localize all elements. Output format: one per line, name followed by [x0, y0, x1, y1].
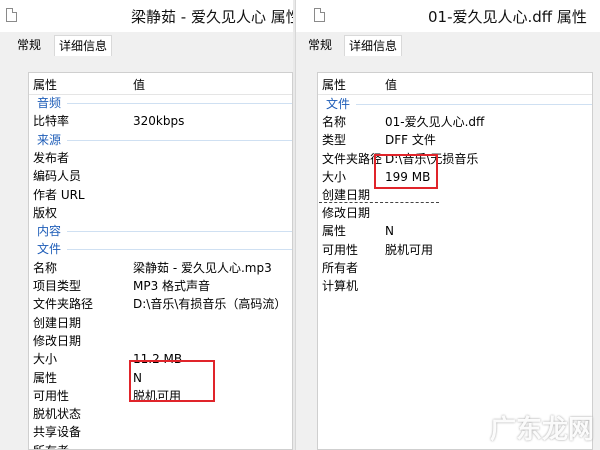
left-details-list[interactable]: 属性 值 音频比特率 320kbps 来源发布者编码人员作者 URL 版权内容文件名称… [28, 72, 293, 450]
property-value: 320kbps [133, 114, 185, 129]
property-name: 文件夹路径 [322, 151, 383, 166]
property-name: 版权 [33, 205, 58, 220]
property-name: 比特率 [33, 114, 70, 129]
property-value: N [385, 224, 394, 239]
section-header: 文件 [29, 240, 292, 258]
column-header-property[interactable]: 属性 [322, 76, 346, 93]
property-name: 发布者 [33, 150, 70, 165]
property-name: 创建日期 [33, 315, 82, 330]
tab-details[interactable]: 详细信息 [344, 35, 403, 58]
section-header: 来源 [29, 131, 292, 149]
section-header: 文件 [318, 95, 592, 113]
property-row[interactable]: 文件夹路径 D:\音乐\有损音乐（高码流） [29, 295, 292, 313]
section-divider [67, 231, 292, 233]
property-row[interactable]: 所有者 [29, 442, 292, 449]
property-name: 脱机状态 [33, 407, 82, 422]
property-name: 可用性 [33, 388, 70, 403]
section-header: 音频 [29, 94, 292, 112]
property-name: 作者 URL [33, 187, 85, 202]
column-header-value[interactable]: 值 [385, 76, 397, 93]
tab-details[interactable]: 详细信息 [54, 35, 113, 58]
section-divider [67, 249, 292, 251]
property-name: 名称 [33, 260, 58, 275]
property-row[interactable]: 文件夹路径 D:\音乐\无损音乐 [318, 150, 592, 168]
watermark: 广东龙网 [489, 415, 594, 445]
property-name: 共享设备 [33, 425, 82, 440]
property-row[interactable]: 编码人员 [29, 167, 292, 185]
property-row[interactable]: 脱机状态 [29, 405, 292, 423]
property-name: 修改日期 [322, 206, 371, 221]
section-divider [67, 103, 292, 104]
property-row[interactable]: 计算机 [318, 277, 592, 295]
property-row[interactable]: 共享设备 [29, 423, 292, 441]
file-icon [314, 8, 325, 22]
property-row[interactable]: 发布者 [29, 149, 292, 167]
property-name: 大小 [322, 169, 347, 184]
property-name: 类型 [322, 133, 347, 148]
property-row[interactable]: 比特率 320kbps [29, 112, 292, 130]
property-name: 名称 [322, 115, 347, 130]
property-name: 大小 [33, 352, 58, 367]
highlight-box-size [374, 154, 438, 189]
property-row[interactable]: 作者 URL [29, 186, 292, 204]
left-properties-window: 梁静茹 - 爱久见人心 属性 常规 详细信息 属性 值 音频比特率 320kbps… [0, 0, 293, 450]
property-row[interactable]: 项目类型 MP3 格式声音 [29, 277, 292, 295]
property-row[interactable]: 名称 01-爱久见人心.dff [318, 113, 592, 131]
left-list-header: 属性 值 [29, 73, 292, 95]
property-value: 01-爱久见人心.dff [385, 115, 485, 130]
property-row[interactable]: 修改日期 [29, 332, 292, 350]
property-row[interactable]: 修改日期 [318, 204, 592, 222]
property-name: 属性 [322, 224, 347, 239]
property-row[interactable]: 大小 199 MB [318, 168, 592, 186]
property-name: 编码人员 [33, 169, 82, 184]
property-name: 项目类型 [33, 279, 82, 293]
right-properties-window: 01-爱久见人心.dff 属性 常规 详细信息 属性 值 文件名称 01-爱久见人… [295, 0, 600, 450]
property-name: 属性 [33, 370, 58, 385]
property-name: 计算机 [322, 279, 359, 293]
section-divider [67, 139, 292, 141]
property-name: 所有者 [322, 260, 359, 275]
tab-general[interactable]: 常规 [304, 36, 336, 55]
right-details-list[interactable]: 属性 值 文件名称 01-爱久见人心.dff 类型 DFF 文件文件夹路径 D:\音乐\… [317, 72, 593, 450]
section-label: 音频 [37, 96, 62, 110]
property-row[interactable]: 类型 DFF 文件 [318, 131, 592, 149]
left-tab-panel: 属性 值 音频比特率 320kbps 来源发布者编码人员作者 URL 版权内容文件名称… [0, 56, 293, 450]
section-label: 文件 [37, 242, 62, 257]
right-tab-strip: 常规 详细信息 [296, 32, 600, 58]
section-label: 文件 [326, 97, 351, 111]
tab-general[interactable]: 常规 [13, 36, 45, 55]
dashed-separator [319, 202, 439, 203]
property-row[interactable]: 版权 [29, 204, 292, 222]
left-window-title: 梁静茹 - 爱久见人心 属性 [131, 8, 293, 26]
property-name: 修改日期 [33, 333, 82, 348]
property-value: 梁静茹 - 爱久见人心.mp3 [133, 260, 272, 275]
highlight-box-size [129, 360, 215, 402]
right-list-header: 属性 值 [318, 73, 592, 95]
property-row[interactable]: 名称 梁静茹 - 爱久见人心.mp3 [29, 259, 292, 277]
property-row[interactable]: 创建日期 [29, 314, 292, 332]
column-header-property[interactable]: 属性 [33, 76, 57, 93]
property-name: 可用性 [322, 242, 359, 257]
property-name: 文件夹路径 [33, 297, 94, 312]
column-header-value[interactable]: 值 [133, 76, 145, 93]
property-row[interactable]: 属性 N [318, 222, 592, 240]
property-row[interactable]: 所有者 [318, 259, 592, 277]
section-header: 内容 [29, 222, 292, 240]
property-name: 所有者 [33, 442, 69, 449]
section-label: 来源 [37, 132, 62, 147]
left-tab-strip: 常规 详细信息 [0, 32, 293, 58]
property-row[interactable]: 可用性 脱机可用 [318, 241, 592, 259]
right-window-title: 01-爱久见人心.dff 属性 [428, 8, 587, 26]
section-label: 内容 [37, 224, 62, 239]
left-title-bar[interactable]: 梁静茹 - 爱久见人心 属性 [0, 0, 293, 32]
property-value: D:\音乐\有损音乐（高码流） [133, 297, 287, 312]
property-value: MP3 格式声音 [133, 279, 211, 293]
file-icon [6, 8, 17, 22]
right-title-bar[interactable]: 01-爱久见人心.dff 属性 [296, 0, 600, 32]
section-divider [356, 104, 592, 105]
property-value: 脱机可用 [385, 242, 434, 257]
property-value: DFF 文件 [385, 133, 436, 148]
right-tab-panel: 属性 值 文件名称 01-爱久见人心.dff 类型 DFF 文件文件夹路径 D:\音乐\… [296, 56, 600, 450]
